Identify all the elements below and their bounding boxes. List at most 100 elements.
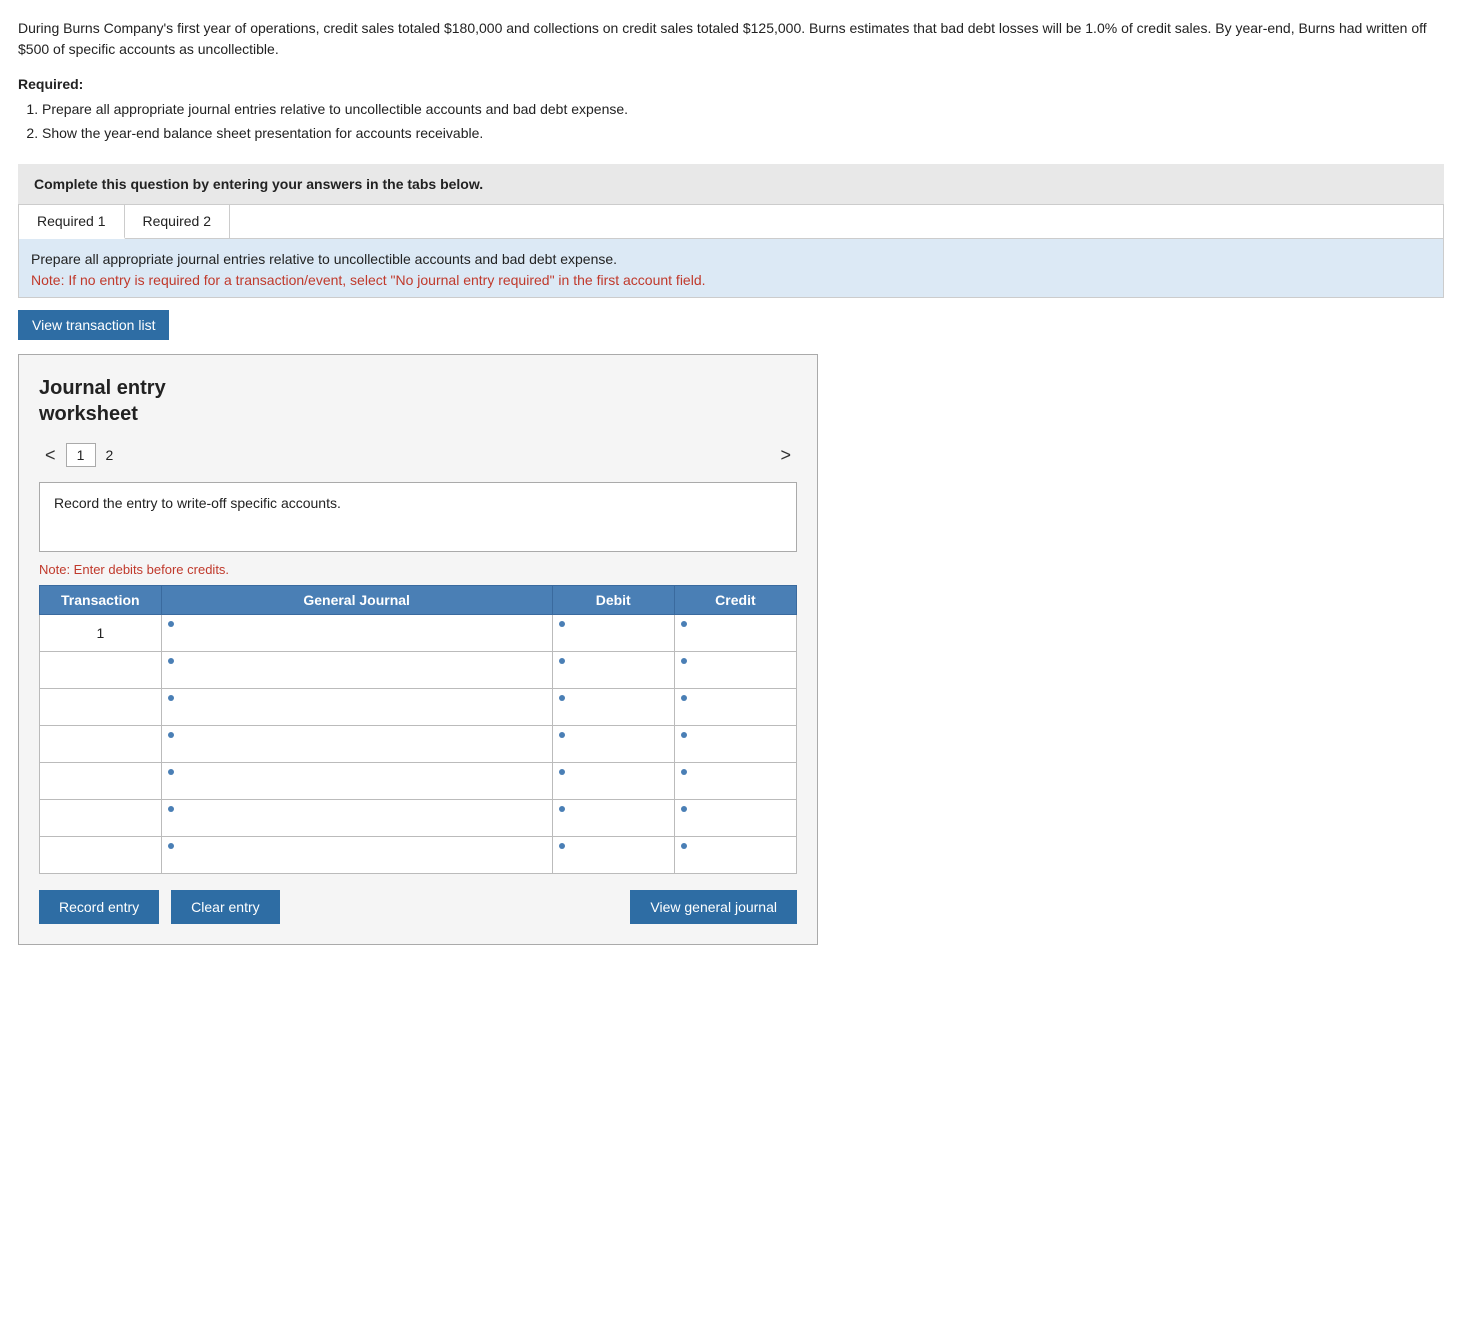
transaction-cell (40, 651, 162, 688)
journal-worksheet: Journal entry worksheet < 1 2 > Record t… (18, 354, 818, 945)
transaction-cell (40, 725, 162, 762)
view-general-journal-button[interactable]: View general journal (630, 890, 797, 924)
credit-cell[interactable] (674, 651, 796, 688)
general-journal-cell[interactable] (161, 836, 552, 873)
general-journal-cell[interactable] (161, 688, 552, 725)
required-item-2: Show the year-end balance sheet presenta… (42, 122, 1444, 146)
debit-indicator-icon (559, 806, 565, 812)
col-header-transaction: Transaction (40, 585, 162, 614)
current-page-number: 1 (66, 443, 96, 467)
pagination-row: < 1 2 > (39, 443, 797, 468)
debit-indicator-icon (559, 695, 565, 701)
credit-input[interactable] (681, 779, 790, 799)
instruction-text: Complete this question by entering your … (34, 176, 483, 192)
table-row (40, 836, 797, 873)
credit-indicator-icon (681, 695, 687, 701)
credit-indicator-icon (681, 621, 687, 627)
tab-required-2[interactable]: Required 2 (125, 205, 231, 238)
debit-cell[interactable] (552, 651, 674, 688)
general-journal-cell[interactable] (161, 725, 552, 762)
credit-cell[interactable] (674, 836, 796, 873)
debit-input[interactable] (559, 742, 668, 762)
journal-entry-input[interactable] (168, 853, 546, 872)
tabs-wrapper: Required 1 Required 2 Prepare all approp… (18, 204, 1444, 298)
debit-cell[interactable] (552, 799, 674, 836)
debit-indicator-icon (559, 658, 565, 664)
debit-cell[interactable] (552, 836, 674, 873)
column-indicator-icon (168, 769, 174, 775)
intro-text: During Burns Company's first year of ope… (18, 18, 1444, 60)
view-transaction-button[interactable]: View transaction list (18, 310, 169, 340)
debit-input[interactable] (559, 779, 668, 799)
debit-input[interactable] (559, 816, 668, 836)
table-row (40, 688, 797, 725)
journal-entry-input[interactable] (168, 705, 546, 724)
record-entry-button[interactable]: Record entry (39, 890, 159, 924)
credit-cell[interactable] (674, 614, 796, 651)
debit-cell[interactable] (552, 614, 674, 651)
journal-entry-input[interactable] (168, 816, 546, 835)
clear-entry-button[interactable]: Clear entry (171, 890, 279, 924)
general-journal-cell[interactable] (161, 799, 552, 836)
table-row (40, 799, 797, 836)
journal-entry-input[interactable] (168, 779, 546, 798)
debit-input[interactable] (559, 853, 668, 873)
col-header-journal: General Journal (161, 585, 552, 614)
column-indicator-icon (168, 806, 174, 812)
tab-note: Note: If no entry is required for a tran… (31, 272, 706, 288)
column-indicator-icon (168, 732, 174, 738)
required-item-1: Prepare all appropriate journal entries … (42, 98, 1444, 122)
credit-input[interactable] (681, 742, 790, 762)
col-header-debit: Debit (552, 585, 674, 614)
worksheet-title: Journal entry worksheet (39, 375, 797, 427)
table-row (40, 725, 797, 762)
debit-indicator-icon (559, 732, 565, 738)
debit-input[interactable] (559, 705, 668, 725)
journal-table: Transaction General Journal Debit Credit… (39, 585, 797, 874)
debit-indicator-icon (559, 843, 565, 849)
credit-cell[interactable] (674, 799, 796, 836)
debit-cell[interactable] (552, 762, 674, 799)
credit-cell[interactable] (674, 762, 796, 799)
credit-cell[interactable] (674, 725, 796, 762)
transaction-cell: 1 (40, 614, 162, 651)
column-indicator-icon (168, 621, 174, 627)
credit-input[interactable] (681, 816, 790, 836)
tab-content: Prepare all appropriate journal entries … (19, 239, 1443, 297)
debit-cell[interactable] (552, 725, 674, 762)
journal-entry-input[interactable] (168, 742, 546, 761)
debit-cell[interactable] (552, 688, 674, 725)
credit-input[interactable] (681, 668, 790, 688)
credit-indicator-icon (681, 806, 687, 812)
transaction-cell (40, 762, 162, 799)
column-indicator-icon (168, 695, 174, 701)
tab-required-1[interactable]: Required 1 (19, 205, 125, 239)
next-page-number[interactable]: 2 (106, 447, 114, 463)
general-journal-cell[interactable] (161, 651, 552, 688)
debit-input[interactable] (559, 631, 668, 651)
general-journal-cell[interactable] (161, 614, 552, 651)
column-indicator-icon (168, 658, 174, 664)
transaction-cell (40, 799, 162, 836)
table-row (40, 762, 797, 799)
journal-entry-input[interactable] (168, 631, 546, 650)
tab-main-text: Prepare all appropriate journal entries … (31, 251, 617, 267)
credit-input[interactable] (681, 853, 790, 873)
tabs-row: Required 1 Required 2 (19, 205, 1443, 239)
credit-input[interactable] (681, 705, 790, 725)
journal-entry-input[interactable] (168, 668, 546, 687)
required-list: Prepare all appropriate journal entries … (42, 98, 1444, 146)
credit-indicator-icon (681, 658, 687, 664)
credit-input[interactable] (681, 631, 790, 651)
debit-indicator-icon (559, 621, 565, 627)
prev-page-arrow[interactable]: < (39, 443, 62, 468)
buttons-row: Record entry Clear entry View general jo… (39, 890, 797, 924)
next-page-arrow[interactable]: > (774, 443, 797, 468)
transaction-cell (40, 688, 162, 725)
general-journal-cell[interactable] (161, 762, 552, 799)
debit-input[interactable] (559, 668, 668, 688)
note-debits: Note: Enter debits before credits. (39, 562, 797, 577)
credit-cell[interactable] (674, 688, 796, 725)
table-row: 1 (40, 614, 797, 651)
credit-indicator-icon (681, 843, 687, 849)
